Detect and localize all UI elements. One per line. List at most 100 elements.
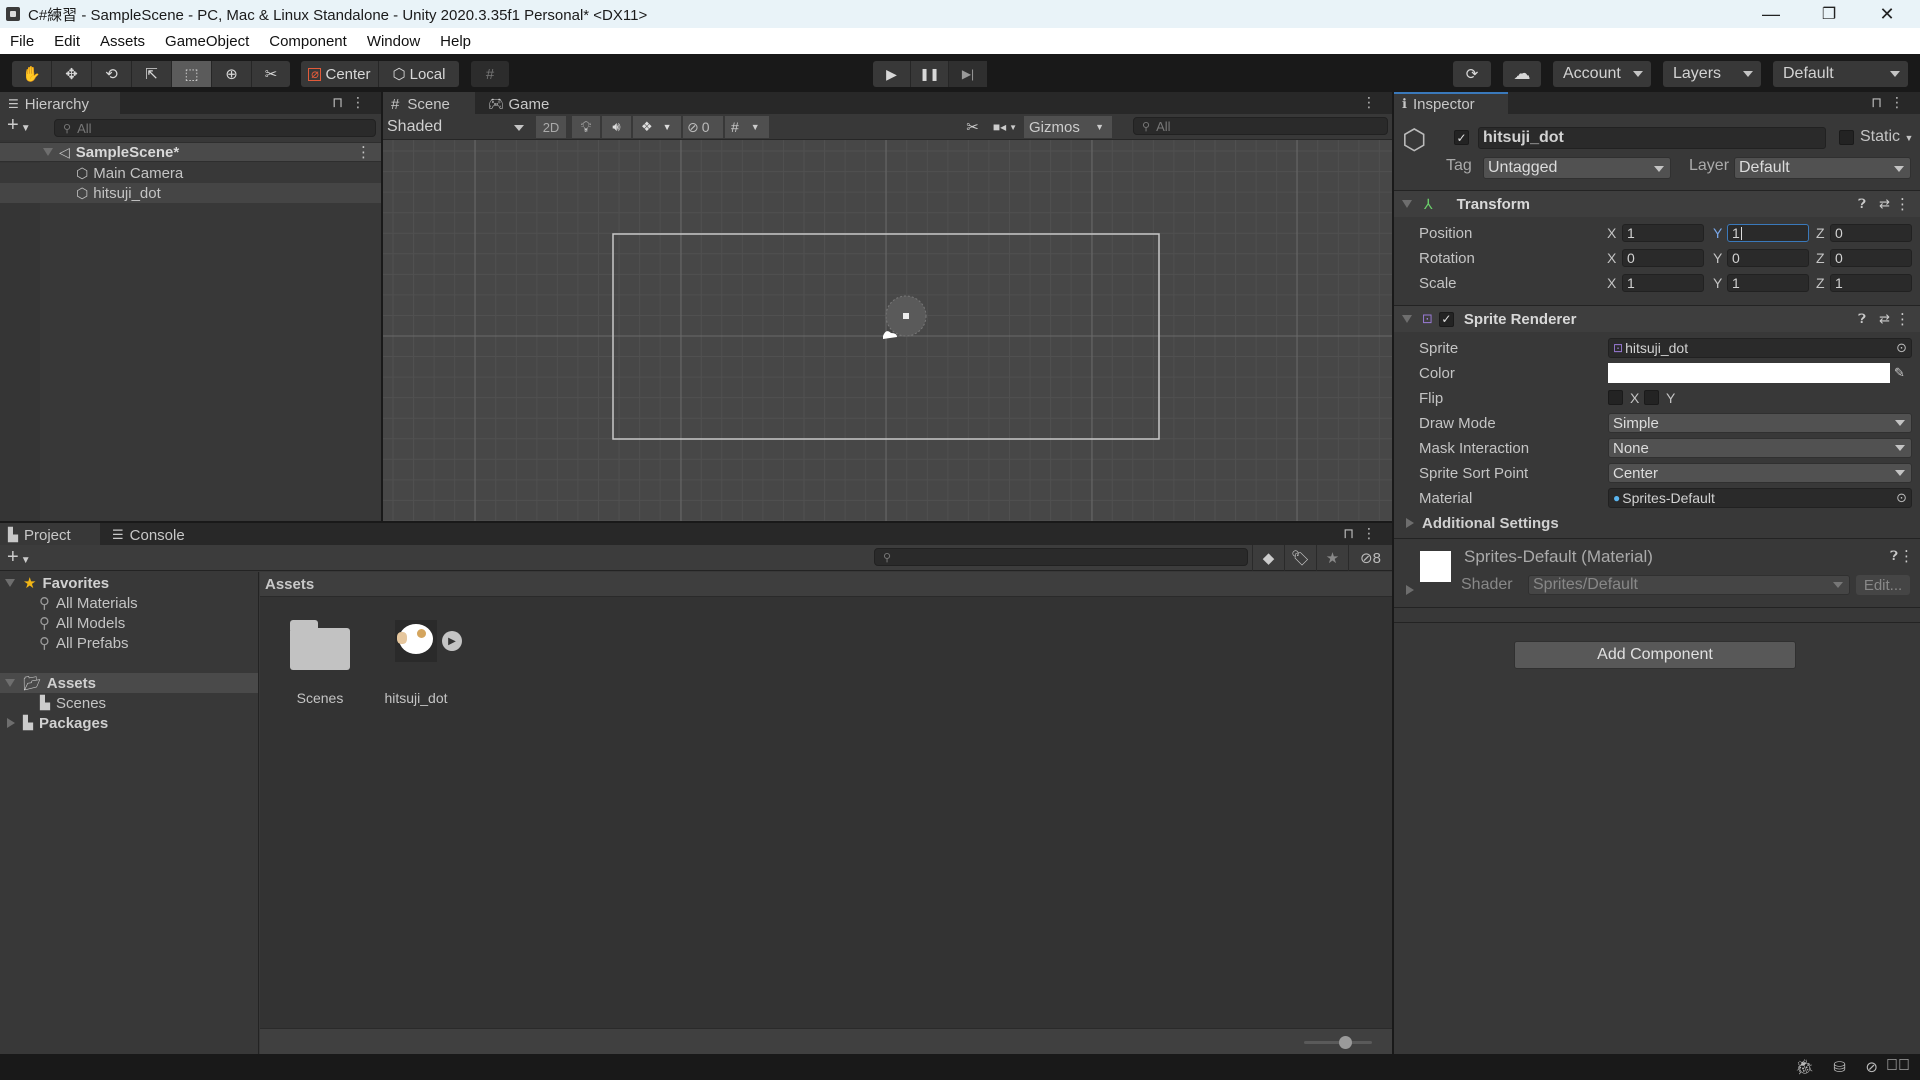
favorite-item[interactable]: ⚲ All Models bbox=[0, 613, 258, 633]
sprite-renderer-enabled-checkbox[interactable]: ✓ bbox=[1438, 311, 1454, 327]
audio-toggle[interactable]: 🔊︎ bbox=[602, 116, 631, 138]
layers-dropdown[interactable]: Layers bbox=[1663, 61, 1761, 87]
component-menu-icon[interactable]: ⋮ bbox=[1899, 547, 1914, 565]
scene-viewport[interactable] bbox=[383, 140, 1392, 521]
search-by-label-button[interactable]: 🏷︎ bbox=[1284, 545, 1316, 571]
asset-item-sprite[interactable]: ▶ hitsuji_dot bbox=[372, 620, 462, 706]
shader-dropdown[interactable]: Sprites/Default bbox=[1528, 575, 1850, 595]
menu-assets[interactable]: Assets bbox=[90, 33, 155, 50]
tab-hierarchy[interactable]: ☰ Hierarchy bbox=[0, 92, 120, 114]
pivot-rotation-toggle[interactable]: ⬡ Local bbox=[379, 61, 459, 87]
object-picker-icon[interactable]: ⊙ bbox=[1896, 490, 1907, 506]
tab-inspector[interactable]: ℹ Inspector bbox=[1394, 92, 1508, 114]
tab-console[interactable]: ☰ Console bbox=[104, 523, 204, 545]
pivot-mode-toggle[interactable]: ⌀ Center bbox=[301, 61, 379, 87]
scene-more-icon[interactable]: ⋮ bbox=[356, 143, 371, 161]
hierarchy-search-input[interactable]: ⚲ All bbox=[54, 119, 376, 137]
sprite-field[interactable]: ⊡ hitsuji_dot ⊙ bbox=[1608, 338, 1912, 358]
help-icon[interactable]: ❓︎ bbox=[1890, 548, 1898, 564]
scene-more-icon[interactable]: ⋮ bbox=[1362, 94, 1384, 111]
layout-dropdown[interactable]: Default bbox=[1773, 61, 1908, 87]
debug-off-icon[interactable]: 🐞︎ bbox=[1795, 1058, 1814, 1076]
create-button[interactable]: + ▼ bbox=[7, 546, 31, 572]
position-x-field[interactable]: 1 bbox=[1622, 224, 1704, 242]
hand-tool-button[interactable]: ✋ bbox=[12, 61, 52, 87]
rotate-tool-button[interactable]: ⟲ bbox=[92, 61, 132, 87]
lock-icon[interactable]: ⊓ bbox=[332, 94, 351, 110]
help-icon[interactable]: ❓︎ bbox=[1858, 311, 1866, 327]
account-dropdown[interactable]: Account bbox=[1553, 61, 1651, 87]
play-button[interactable]: ▶ bbox=[873, 61, 911, 87]
shading-mode-dropdown[interactable]: Shaded bbox=[387, 118, 530, 137]
more-menu-icon[interactable]: ⋮ bbox=[351, 94, 373, 110]
transform-tool-button[interactable]: ⊕ bbox=[212, 61, 252, 87]
tab-game[interactable]: 🎮︎ Game bbox=[480, 92, 560, 114]
pause-button[interactable]: ❚❚ bbox=[911, 61, 949, 87]
menu-file[interactable]: File bbox=[0, 33, 44, 50]
2d-toggle[interactable]: 2D bbox=[536, 116, 566, 138]
menu-window[interactable]: Window bbox=[357, 33, 430, 50]
add-component-button[interactable]: Add Component bbox=[1514, 641, 1796, 669]
minimize-button[interactable]: — bbox=[1742, 0, 1800, 28]
zoom-slider-thumb[interactable] bbox=[1338, 1036, 1352, 1049]
grid-snap-button[interactable]: # bbox=[471, 61, 509, 87]
effects-dropdown[interactable]: ❖ ▼ bbox=[633, 116, 681, 138]
mask-interaction-dropdown[interactable]: None bbox=[1608, 438, 1912, 458]
tab-project[interactable]: ▙ Project bbox=[0, 523, 100, 545]
assets-node[interactable]: 📂︎ Assets bbox=[0, 673, 258, 693]
favorites-node[interactable]: ★ Favorites bbox=[0, 573, 258, 593]
hidden-objects-toggle[interactable]: ⊘ 0 bbox=[683, 116, 723, 138]
step-button[interactable]: ▶| bbox=[949, 61, 987, 87]
expand-arrow-icon[interactable] bbox=[7, 718, 15, 728]
sprite-renderer-header[interactable]: ⊡ ✓ Sprite Renderer ❓︎ ⇄ ⋮ bbox=[1394, 305, 1920, 332]
lock-icon[interactable]: ⊓ bbox=[1343, 525, 1362, 541]
auto-gen-lighting-icon[interactable]: ⊘ bbox=[1865, 1058, 1878, 1076]
scale-tool-button[interactable]: ⇱ bbox=[132, 61, 172, 87]
search-by-type-button[interactable]: ◆ bbox=[1252, 545, 1284, 571]
edit-shader-button[interactable]: Edit... bbox=[1856, 575, 1910, 595]
collapse-arrow-icon[interactable] bbox=[1402, 315, 1412, 323]
expand-sprite-button[interactable]: ▶ bbox=[442, 631, 462, 651]
flip-x-checkbox[interactable] bbox=[1608, 390, 1623, 405]
menu-gameobject[interactable]: GameObject bbox=[155, 33, 259, 50]
rect-tool-button[interactable]: ⬚ bbox=[172, 61, 212, 87]
scenes-node[interactable]: ▙ Scenes bbox=[0, 693, 258, 713]
gameobject-icon[interactable]: ⬡ bbox=[1402, 126, 1426, 154]
tab-scene[interactable]: # Scene bbox=[383, 92, 475, 114]
rotation-y-field[interactable]: 0 bbox=[1727, 249, 1809, 267]
component-menu-icon[interactable]: ⋮ bbox=[1895, 310, 1910, 328]
rotation-x-field[interactable]: 0 bbox=[1622, 249, 1704, 267]
layer-dropdown[interactable]: Default bbox=[1734, 157, 1911, 179]
gizmos-dropdown[interactable]: Gizmos ▼ bbox=[1024, 116, 1112, 138]
hierarchy-item-selected[interactable]: ⬡ hitsuji_dot bbox=[0, 183, 381, 203]
save-search-button[interactable]: ★ bbox=[1316, 545, 1348, 571]
position-z-field[interactable]: 0 bbox=[1830, 224, 1912, 242]
lighting-toggle[interactable]: 💡︎ bbox=[572, 116, 600, 138]
progress-check-icon[interactable]: ✓⃝ bbox=[1886, 1057, 1910, 1075]
static-checkbox[interactable] bbox=[1839, 130, 1854, 145]
component-menu-icon[interactable]: ⋮ bbox=[1895, 195, 1910, 213]
eyedropper-icon[interactable]: ✎ bbox=[1894, 365, 1905, 381]
tools-toggle[interactable]: ✂ bbox=[960, 116, 985, 138]
more-menu-icon[interactable]: ⋮ bbox=[1362, 525, 1384, 541]
flip-y-checkbox[interactable] bbox=[1644, 390, 1659, 405]
hierarchy-item[interactable]: ⬡ Main Camera bbox=[0, 163, 381, 183]
scene-row[interactable]: ◁ SampleScene* ⋮ bbox=[0, 142, 381, 162]
favorite-item[interactable]: ⚲ All Materials bbox=[0, 593, 258, 613]
collab-button[interactable]: ⟳ bbox=[1453, 61, 1491, 87]
help-icon[interactable]: ❓︎ bbox=[1858, 196, 1866, 212]
collapse-arrow-icon[interactable] bbox=[5, 579, 15, 587]
object-name-field[interactable]: hitsuji_dot bbox=[1478, 127, 1826, 149]
rotation-z-field[interactable]: 0 bbox=[1830, 249, 1912, 267]
menu-component[interactable]: Component bbox=[259, 33, 357, 50]
scale-z-field[interactable]: 1 bbox=[1830, 274, 1912, 292]
scene-search-input[interactable]: ⚲ All bbox=[1133, 117, 1388, 135]
expand-arrow-icon[interactable] bbox=[1406, 585, 1414, 595]
more-menu-icon[interactable]: ⋮ bbox=[1890, 94, 1912, 110]
packages-node[interactable]: ▙ Packages bbox=[0, 713, 258, 733]
preset-icon[interactable]: ⇄ bbox=[1879, 196, 1890, 212]
cache-server-icon[interactable]: ⛁ bbox=[1833, 1058, 1846, 1076]
position-y-field[interactable]: 1 bbox=[1727, 224, 1809, 242]
scale-x-field[interactable]: 1 bbox=[1622, 274, 1704, 292]
color-swatch[interactable] bbox=[1608, 363, 1890, 383]
